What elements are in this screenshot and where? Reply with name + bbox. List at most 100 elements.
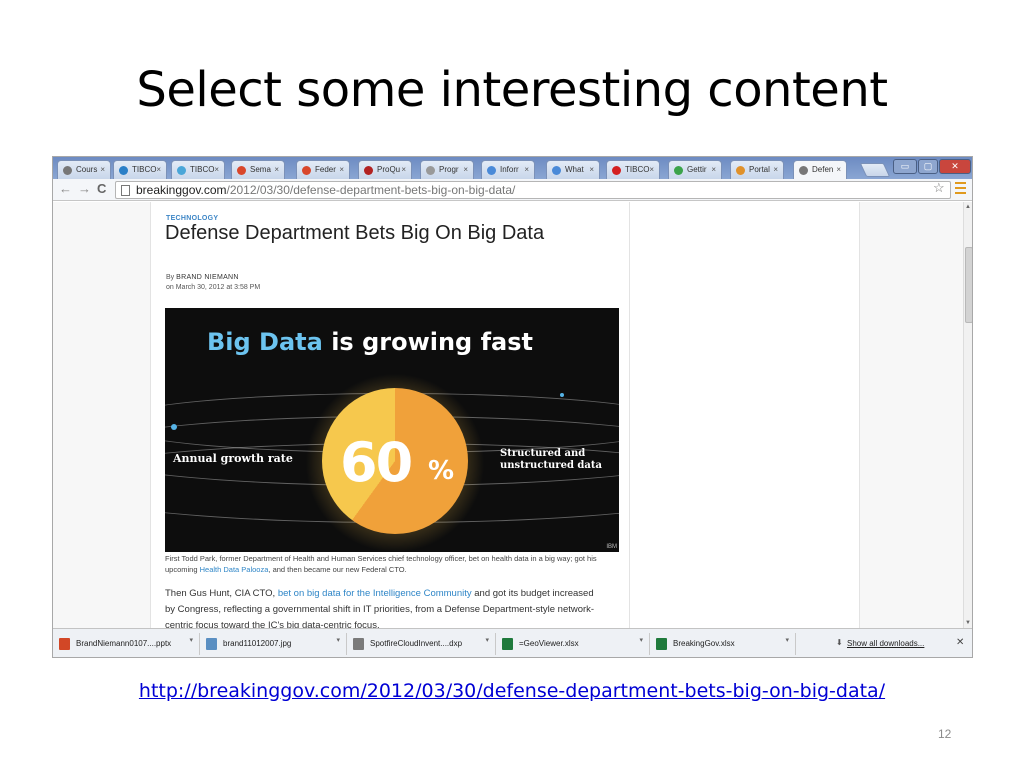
browser-tab[interactable]: Feder × — [296, 160, 350, 179]
body-text-start: Then Gus Hunt, CIA CTO, — [165, 588, 278, 599]
info-icon — [487, 166, 496, 175]
semantic-icon — [302, 166, 311, 175]
tab-close-icon[interactable]: × — [589, 165, 594, 174]
byline-prefix: By — [166, 274, 175, 281]
forward-arrow-icon[interactable]: → — [78, 181, 91, 196]
youtube-icon — [612, 166, 621, 175]
slide-number: 12 — [938, 727, 952, 741]
tab-close-icon[interactable]: × — [401, 165, 406, 174]
download-item[interactable]: BrandNiemann0107....pptx ▾ — [53, 633, 200, 655]
download-menu-caret-icon[interactable]: ▾ — [485, 636, 489, 644]
tab-close-icon[interactable]: × — [339, 165, 344, 174]
download-menu-caret-icon[interactable]: ▾ — [639, 636, 643, 644]
download-menu-caret-icon[interactable]: ▾ — [785, 636, 789, 644]
download-filename: SpotfireCloudInvent....dxp — [370, 639, 463, 648]
close-shelf-icon[interactable]: ✕ — [956, 637, 964, 648]
tab-close-icon[interactable]: × — [274, 165, 279, 174]
article-category[interactable]: TECHNOLOGY — [166, 215, 218, 222]
hero-title: Big Data is growing fast — [207, 328, 533, 356]
browser-tab[interactable]: Defen × — [793, 160, 847, 180]
minimize-button[interactable]: ▭ — [893, 159, 917, 174]
browser-tab[interactable]: ProQu × — [358, 160, 412, 179]
address-host: breakinggov.com — [136, 183, 227, 197]
tab-close-icon[interactable]: × — [524, 165, 529, 174]
portal-icon — [736, 166, 745, 175]
close-window-button[interactable]: ✕ — [939, 159, 971, 174]
address-path: /2012/03/30/defense-department-bets-big-… — [226, 183, 516, 197]
address-bar[interactable]: breakinggov.com/2012/03/30/defense-depar… — [115, 181, 951, 199]
semantic-icon — [237, 166, 246, 175]
growth-percent: 60 — [340, 431, 413, 494]
author-name[interactable]: BRAND NIEMANN — [176, 274, 239, 281]
download-filename: BrandNiemann0107....pptx — [76, 639, 172, 648]
tab-label: Portal — [749, 165, 770, 174]
scroll-up-icon[interactable]: ▲ — [965, 204, 971, 210]
tibco-icon — [177, 166, 186, 175]
browser-tab[interactable]: What × — [546, 160, 600, 179]
orbit-dot — [171, 424, 177, 430]
download-menu-caret-icon[interactable]: ▾ — [189, 636, 193, 644]
download-menu-caret-icon[interactable]: ▾ — [336, 636, 340, 644]
download-item[interactable]: =GeoViewer.xlsx ▾ — [496, 633, 650, 655]
download-item[interactable]: BreakingGov.xlsx ▾ — [650, 633, 796, 655]
download-item[interactable]: SpotfireCloudInvent....dxp ▾ — [347, 633, 496, 655]
tab-label: TIBCO — [190, 165, 215, 174]
browser-tab[interactable]: Portal × — [730, 160, 784, 179]
source-link[interactable]: http://breakinggov.com/2012/03/30/defens… — [0, 680, 1024, 702]
page-viewport: TECHNOLOGY Defense Department Bets Big O… — [53, 202, 963, 628]
image-file-icon — [206, 638, 217, 650]
new-tab-button[interactable] — [859, 163, 891, 177]
page-icon — [426, 166, 435, 175]
tab-label: Sema — [250, 165, 271, 174]
tab-label: Defen — [812, 165, 834, 174]
tab-close-icon[interactable]: × — [156, 165, 161, 174]
browser-tab[interactable]: Progr × — [420, 160, 474, 179]
intelligence-community-link[interactable]: bet on big data for the Intelligence Com… — [278, 588, 472, 599]
bookmark-star-icon[interactable]: ☆ — [933, 180, 945, 196]
browser-tab[interactable]: TIBCO × — [171, 160, 225, 179]
browser-tab[interactable]: TIBCO × — [606, 160, 660, 179]
sidebar-column — [630, 202, 860, 628]
download-item[interactable]: brand11012007.jpg ▾ — [200, 633, 347, 655]
tab-close-icon[interactable]: × — [711, 165, 716, 174]
tab-close-icon[interactable]: × — [100, 165, 105, 174]
article: TECHNOLOGY Defense Department Bets Big O… — [150, 202, 630, 628]
excel-file-icon — [656, 638, 667, 650]
chrome-menu-icon[interactable] — [955, 182, 966, 197]
hero-title-highlight: Big Data — [207, 328, 323, 356]
scroll-down-icon[interactable]: ▼ — [965, 620, 971, 626]
download-filename: BreakingGov.xlsx — [673, 639, 735, 648]
browser-tab[interactable]: Cours × — [57, 160, 111, 179]
tab-close-icon[interactable]: × — [836, 165, 841, 174]
download-filename: brand11012007.jpg — [223, 639, 292, 648]
browser-tab[interactable]: Inforr × — [481, 160, 535, 179]
tab-label: ProQu — [377, 165, 401, 174]
page-icon — [121, 185, 130, 196]
download-arrow-icon: ⬇ — [836, 638, 843, 647]
hero-right-label: Structured and unstructured data — [500, 448, 602, 472]
browser-tab[interactable]: Gettir × — [668, 160, 722, 179]
reload-icon[interactable]: C — [97, 181, 106, 196]
tab-label: Progr — [439, 165, 459, 174]
proquest-icon — [364, 166, 373, 175]
article-body: Then Gus Hunt, CIA CTO, bet on big data … — [165, 586, 605, 628]
maximize-button[interactable]: ▢ — [918, 159, 938, 174]
browser-tab[interactable]: Sema × — [231, 160, 285, 179]
vertical-scrollbar[interactable]: ▲ ▼ — [963, 202, 972, 628]
spotfire-file-icon — [353, 638, 364, 650]
article-headline[interactable]: Defense Department Bets Big On Big Data — [165, 222, 605, 245]
browser-window: Defen × Portal × Gettir × TIBCO × What × Inforr × Pr… — [52, 156, 973, 658]
tab-close-icon[interactable]: × — [463, 165, 468, 174]
show-all-downloads-link[interactable]: Show all downloads... — [847, 639, 924, 648]
orbit-dot — [560, 393, 564, 397]
tab-close-icon[interactable]: × — [773, 165, 778, 174]
growth-percent-sign: % — [428, 456, 455, 486]
excel-file-icon — [502, 638, 513, 650]
browser-tab[interactable]: TIBCO × — [113, 160, 167, 179]
health-data-palooza-link[interactable]: Health Data Palooza — [200, 565, 269, 574]
hero-right-line2: unstructured data — [500, 460, 602, 471]
tab-close-icon[interactable]: × — [649, 165, 654, 174]
tab-close-icon[interactable]: × — [214, 165, 219, 174]
back-arrow-icon[interactable]: ← — [59, 181, 72, 196]
scrollbar-thumb[interactable] — [965, 247, 972, 323]
